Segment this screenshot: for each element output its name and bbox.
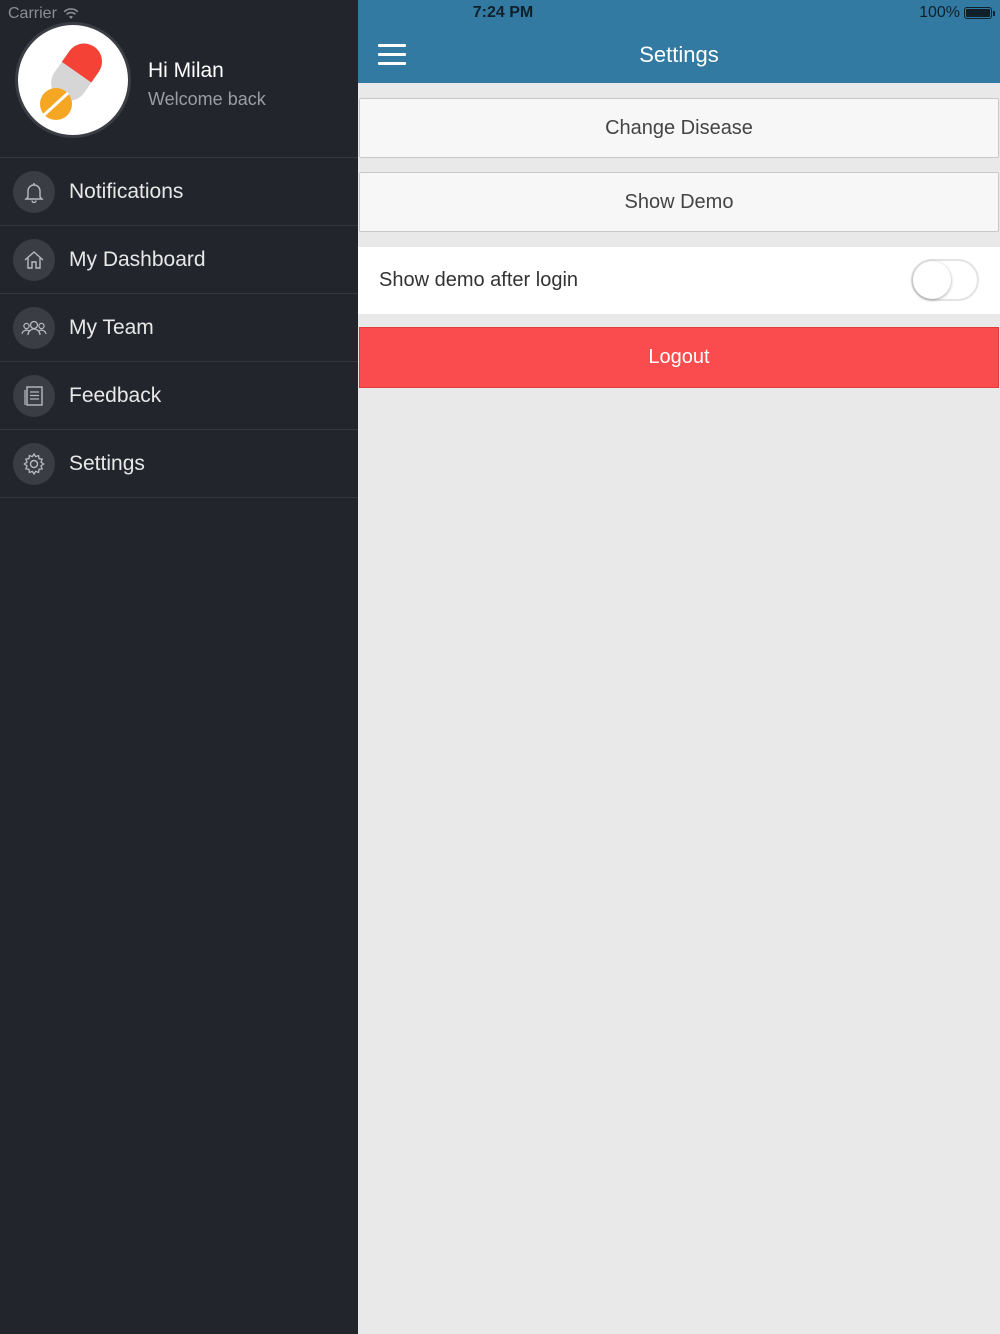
home-icon	[13, 238, 55, 281]
profile-header: Hi Milan Welcome back	[0, 0, 358, 158]
document-icon	[13, 374, 55, 417]
team-icon	[13, 306, 55, 349]
change-disease-button[interactable]: Change Disease	[359, 98, 999, 158]
show-demo-after-login-row: Show demo after login	[358, 247, 1000, 314]
sidebar-item-my-team[interactable]: My Team	[0, 294, 358, 362]
status-battery: 100%	[919, 4, 995, 22]
sidebar: Carrier Hi Milan Welcome back Notificati…	[0, 0, 358, 1334]
navigation-bar: 7:24 PM 100% Settings	[358, 0, 1000, 83]
battery-percent: 100%	[919, 4, 960, 21]
sidebar-item-settings[interactable]: Settings	[0, 430, 358, 498]
bell-icon	[13, 170, 55, 213]
toggle-knob	[913, 261, 951, 299]
pill-logo-icon	[40, 43, 103, 120]
page-title: Settings	[639, 42, 719, 67]
avatar[interactable]	[15, 22, 131, 138]
logout-button[interactable]: Logout	[359, 327, 999, 388]
sidebar-item-notifications[interactable]: Notifications	[0, 158, 358, 226]
welcome-text: Welcome back	[148, 89, 266, 109]
sidebar-item-label: My Dashboard	[69, 247, 206, 271]
show-demo-after-login-toggle[interactable]	[911, 259, 979, 301]
sidebar-item-label: Notifications	[69, 179, 184, 203]
show-demo-after-login-label: Show demo after login	[379, 269, 579, 291]
sidebar-item-label: Feedback	[69, 383, 162, 407]
gear-icon	[13, 442, 55, 485]
greeting-text: Hi Milan	[148, 59, 224, 82]
show-demo-button[interactable]: Show Demo	[359, 172, 999, 232]
battery-icon	[964, 7, 995, 19]
sidebar-item-label: My Team	[69, 315, 154, 339]
sidebar-item-feedback[interactable]: Feedback	[0, 362, 358, 430]
main-content: 7:24 PM 100% Settings Change Disease Sho…	[358, 0, 1000, 1334]
sidebar-item-label: Settings	[69, 451, 145, 475]
status-time: 7:24 PM	[472, 4, 534, 21]
sidebar-item-my-dashboard[interactable]: My Dashboard	[0, 226, 358, 294]
